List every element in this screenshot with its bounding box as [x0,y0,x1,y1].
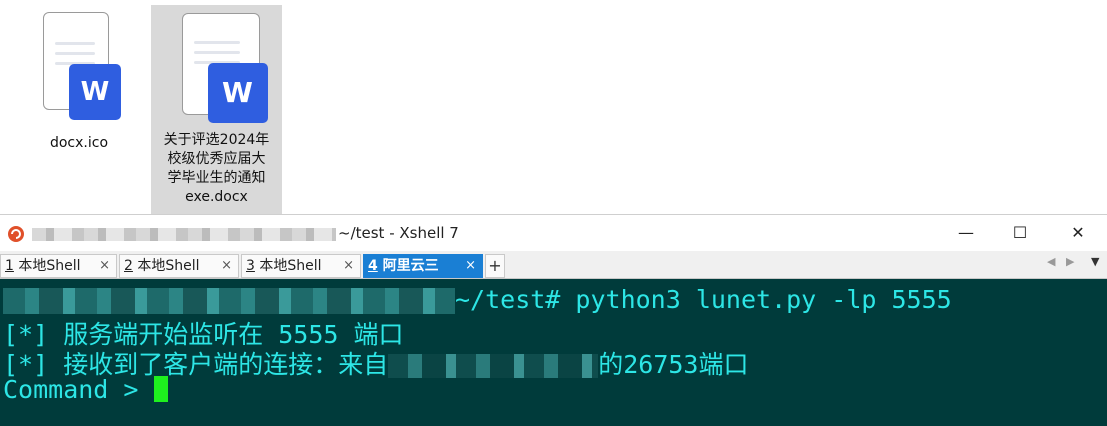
minimize-button[interactable]: — [951,219,981,247]
tab-local-shell-2[interactable]: 2 本地Shell × [119,254,239,278]
scroll-tabs-left-icon[interactable]: ◀ [1047,255,1055,268]
word-document-icon: W [29,12,129,122]
terminal-output[interactable]: ~/test# python3 lunet.py -lp 5555 [*] 服务… [0,279,1107,426]
redacted-ip [388,354,599,378]
scroll-tabs-right-icon[interactable]: ▶ [1066,255,1074,268]
tab-local-shell-3[interactable]: 3 本地Shell × [241,254,361,278]
redacted-prompt [3,288,455,314]
tab-list-dropdown-icon[interactable]: ▼ [1091,255,1099,268]
file-explorer-area: W docx.ico W 关于评选2024年 校级优秀应届大 学毕业生的通知 e… [0,0,1107,214]
terminal-line-prompt: Command > [3,375,168,404]
file-item-notice-docx[interactable]: W 关于评选2024年 校级优秀应届大 学毕业生的通知 exe.docx [151,5,282,214]
word-document-icon: W [162,11,272,123]
tab-aliyun-3[interactable]: 4 阿里云三 × [363,254,483,278]
add-tab-button[interactable]: + [485,254,505,278]
tab-close-icon[interactable]: × [465,255,476,277]
title-bar[interactable]: ~/test - Xshell 7 — ☐ ✕ [0,214,1107,251]
xshell-window: ~/test - Xshell 7 — ☐ ✕ 1 本地Shell × 2 本地… [0,214,1107,426]
terminal-line-command: ~/test# python3 lunet.py -lp 5555 [3,285,952,314]
window-title: ~/test - Xshell 7 [338,224,459,242]
tab-close-icon[interactable]: × [99,255,110,277]
tab-close-icon[interactable]: × [343,255,354,277]
session-tab-bar: 1 本地Shell × 2 本地Shell × 3 本地Shell × 4 阿里… [0,251,1107,279]
close-button[interactable]: ✕ [1063,219,1093,247]
file-name: 关于评选2024年 校级优秀应届大 学毕业生的通知 exe.docx [163,132,270,205]
file-name: docx.ico [49,135,109,151]
maximize-button[interactable]: ☐ [1005,219,1035,247]
tab-local-shell-1[interactable]: 1 本地Shell × [0,254,117,278]
file-item-docx-ico[interactable]: W docx.ico [20,6,138,156]
tab-close-icon[interactable]: × [221,255,232,277]
redacted-host [32,228,336,241]
xshell-app-icon [8,226,24,242]
terminal-cursor [153,376,168,402]
